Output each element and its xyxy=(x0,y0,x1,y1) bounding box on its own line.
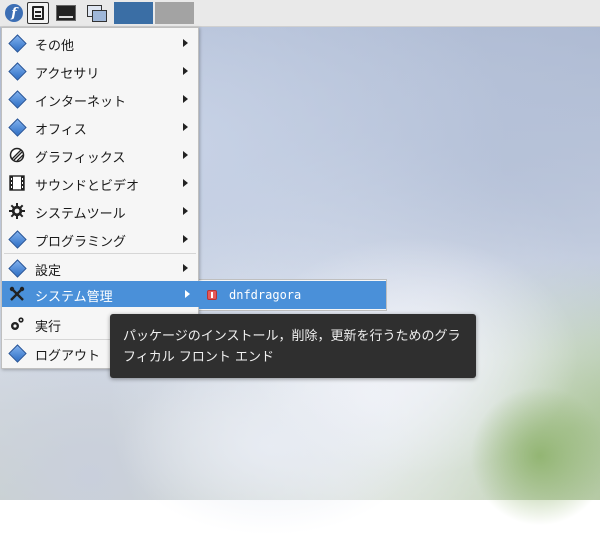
submenu-arrow-icon xyxy=(185,290,190,298)
menu-item-label: ログアウト xyxy=(35,349,101,364)
category-icon xyxy=(7,229,27,249)
gear-icon xyxy=(9,203,25,219)
tooltip-text: パッケージのインストール，削除，更新を行うためのグラフィカル フロント エンド xyxy=(123,329,461,365)
fedora-icon: f xyxy=(5,4,23,22)
menu-item-graphics[interactable]: グラフィックス xyxy=(2,142,198,168)
submenu-arrow-icon xyxy=(183,67,188,75)
submenu-item-dnfdragora[interactable]: dnfdragora xyxy=(199,281,386,309)
category-icon xyxy=(7,89,27,109)
submenu-arrow-icon xyxy=(183,39,188,47)
workspace-1[interactable] xyxy=(114,2,153,24)
category-icon xyxy=(7,61,27,81)
graphics-icon xyxy=(9,147,25,163)
workspace-2[interactable] xyxy=(155,2,194,24)
file-manager-icon xyxy=(32,6,44,20)
application-menu-button[interactable]: f xyxy=(3,2,25,24)
run-icon xyxy=(9,316,25,332)
submenu-arrow-icon xyxy=(183,95,188,103)
menu-item-label: オフィス xyxy=(35,123,87,138)
menu-item-label: グラフィックス xyxy=(35,151,126,166)
terminal-button[interactable] xyxy=(55,2,77,24)
category-icon xyxy=(7,117,27,137)
menu-item-sound-video[interactable]: サウンドとビデオ xyxy=(2,170,198,196)
menu-item-settings[interactable]: 設定 xyxy=(2,255,198,281)
category-icon xyxy=(7,343,27,363)
menu-item-label: 設定 xyxy=(35,264,62,279)
menu-item-internet[interactable]: インターネット xyxy=(2,86,198,112)
tools-icon xyxy=(9,286,25,302)
tooltip: パッケージのインストール，削除，更新を行うためのグラフィカル フロント エンド xyxy=(110,314,476,378)
menu-item-accessories[interactable]: アクセサリ xyxy=(2,58,198,84)
submenu-arrow-icon xyxy=(183,151,188,159)
top-panel: f xyxy=(0,0,600,27)
file-manager-button[interactable] xyxy=(27,2,49,24)
menu-item-label: サウンドとビデオ xyxy=(35,179,140,194)
submenu-arrow-icon xyxy=(183,207,188,215)
terminal-icon xyxy=(56,5,76,21)
submenu-arrow-icon xyxy=(183,123,188,131)
submenu-arrow-icon xyxy=(183,264,188,272)
menu-item-label: アクセサリ xyxy=(35,67,100,82)
menu-item-other[interactable]: その他 xyxy=(2,30,198,56)
menu-item-system-tools[interactable]: システムツール xyxy=(2,198,198,224)
show-desktop-button[interactable] xyxy=(84,2,108,24)
submenu-arrow-icon xyxy=(183,235,188,243)
wallpaper-grass xyxy=(470,386,600,526)
film-icon xyxy=(9,175,25,191)
package-icon xyxy=(207,290,217,300)
submenu-arrow-icon xyxy=(183,179,188,187)
menu-item-label: システムツール xyxy=(35,207,126,222)
menu-item-label: システム管理 xyxy=(35,290,113,305)
category-icon xyxy=(7,258,27,278)
wallpaper-cloud xyxy=(120,356,420,536)
menu-separator xyxy=(4,253,196,254)
category-icon xyxy=(7,33,27,53)
menu-item-label: プログラミング xyxy=(35,235,127,250)
menu-item-label: その他 xyxy=(35,39,75,54)
menu-item-system-admin[interactable]: システム管理 xyxy=(2,281,199,307)
menu-item-label: 実行 xyxy=(35,320,62,335)
submenu-item-label: dnfdragora xyxy=(229,288,302,302)
menu-item-programming[interactable]: プログラミング xyxy=(2,226,198,252)
menu-item-label: インターネット xyxy=(35,95,127,110)
menu-item-office[interactable]: オフィス xyxy=(2,114,198,140)
